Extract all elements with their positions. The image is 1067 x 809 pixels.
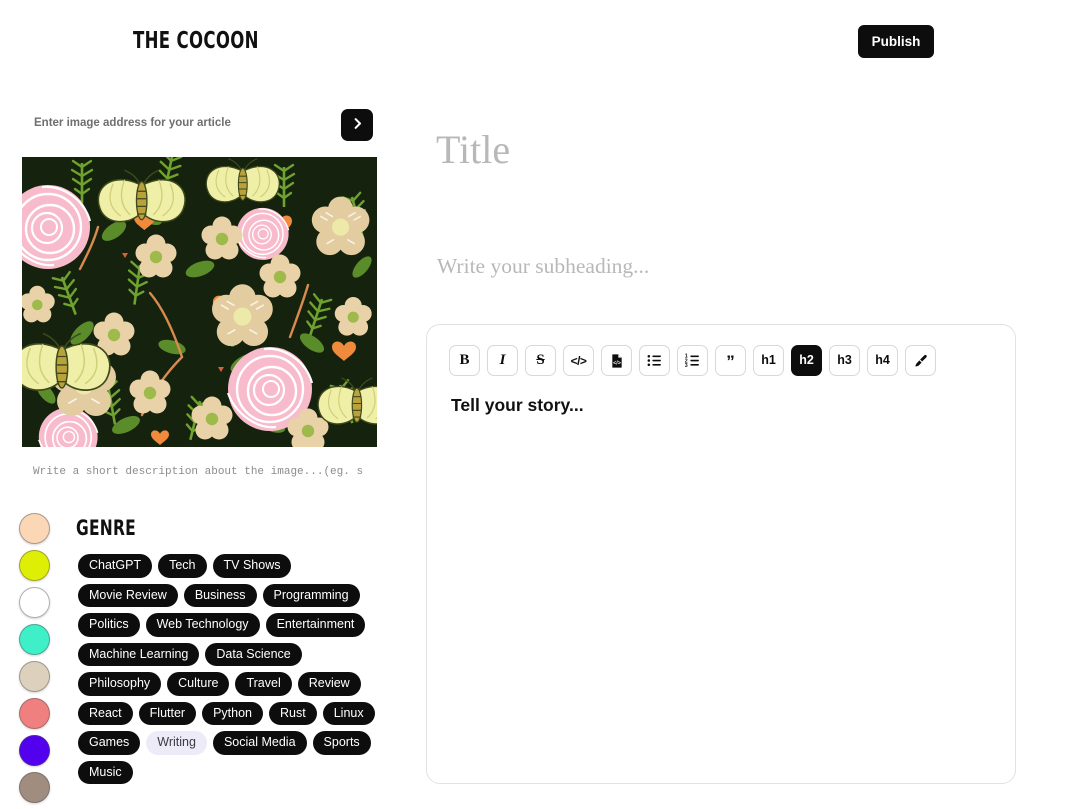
image-address-submit-button[interactable] (341, 109, 373, 141)
genre-tag[interactable]: React (78, 701, 133, 725)
publish-button[interactable]: Publish (858, 25, 934, 58)
bold-button-label: B (459, 352, 470, 368)
genre-tag[interactable]: TV Shows (212, 554, 292, 578)
genre-tag[interactable]: Machine Learning (78, 642, 200, 666)
color-swatch-beige[interactable] (19, 661, 50, 692)
genre-tag[interactable]: Writing (146, 731, 207, 755)
color-swatch-salmon[interactable] (19, 698, 50, 729)
code-block-button[interactable]: </> (601, 345, 632, 376)
editor-toolbar: B I S </> </> 1 2 3 ” h1 h2 h3 h4 (449, 345, 936, 376)
genre-tag[interactable]: Entertainment (265, 613, 366, 637)
genre-tag[interactable]: Rust (269, 701, 317, 725)
article-title-input[interactable] (436, 126, 1036, 173)
genre-tag[interactable]: Social Media (212, 731, 307, 755)
svg-text:</>: </> (613, 360, 621, 366)
article-body-input[interactable] (451, 395, 991, 755)
blockquote-button-label: ” (726, 352, 735, 372)
bullet-list-icon (646, 352, 663, 369)
color-swatch-chartreuse[interactable] (19, 550, 50, 581)
site-logo: THE COCOON (133, 28, 259, 54)
bold-button[interactable]: B (449, 345, 480, 376)
heading-3-button[interactable]: h3 (829, 345, 860, 376)
genre-tag[interactable]: Linux (322, 701, 375, 725)
genre-tag-list: ChatGPT Tech TV Shows Movie Review Business P… (78, 554, 388, 784)
heading-2-button-label: h2 (799, 353, 814, 368)
genre-tag[interactable]: Movie Review (78, 583, 178, 607)
genre-tag[interactable]: Games (78, 731, 141, 755)
genre-heading: GENRE (76, 516, 137, 540)
strikethrough-button-label: S (536, 352, 545, 368)
genre-tag[interactable]: Web Technology (145, 613, 260, 637)
color-swatch-list (19, 513, 51, 809)
genre-tag[interactable]: Philosophy (78, 672, 162, 696)
genre-tag[interactable]: Politics (78, 613, 140, 637)
article-editor-panel: B I S </> </> 123 ” h1 h2 h3 h4 (400, 84, 1067, 800)
inline-code-button[interactable]: </> (563, 345, 594, 376)
highlight-button[interactable] (905, 345, 936, 376)
genre-tag[interactable]: Business (183, 583, 257, 607)
genre-tag[interactable]: Tech (158, 554, 207, 578)
genre-tag[interactable]: Python (202, 701, 264, 725)
color-swatch-white[interactable] (19, 587, 50, 618)
hero-image (22, 157, 377, 447)
heading-2-button[interactable]: h2 (791, 345, 822, 376)
article-media-panel: GENRE ChatGPTTechTV Shows Movie ReviewBus… (0, 84, 400, 803)
image-address-input[interactable] (34, 117, 334, 129)
genre-tag[interactable]: Music (78, 760, 133, 784)
chevron-right-icon (350, 116, 365, 134)
genre-tag[interactable]: Flutter (138, 701, 197, 725)
highlight-icon (913, 353, 929, 369)
genre-tag[interactable]: Travel (235, 672, 292, 696)
genre-tag[interactable]: Data Science (205, 642, 302, 666)
genre-tag[interactable]: Programming (262, 583, 360, 607)
inline-code-button-label: </> (570, 353, 587, 368)
color-swatch-peach[interactable] (19, 513, 50, 544)
blockquote-button[interactable]: ” (715, 345, 746, 376)
heading-1-button-label: h1 (761, 353, 776, 368)
genre-tag[interactable]: Sports (312, 731, 371, 755)
genre-tag[interactable]: Review (297, 672, 361, 696)
heading-3-button-label: h3 (837, 353, 852, 368)
heading-4-button-label: h4 (875, 353, 890, 368)
genre-tag[interactable]: Culture (167, 672, 230, 696)
image-address-row (22, 109, 377, 145)
italic-button[interactable]: I (487, 345, 518, 376)
strikethrough-button[interactable]: S (525, 345, 556, 376)
ordered-list-icon: 123 (684, 352, 701, 369)
heading-1-button[interactable]: h1 (753, 345, 784, 376)
heading-4-button[interactable]: h4 (867, 345, 898, 376)
svg-text:3: 3 (685, 363, 688, 369)
image-caption-input[interactable] (33, 466, 363, 478)
color-swatch-taupe[interactable] (19, 772, 50, 803)
article-subheading-input[interactable] (437, 254, 1037, 279)
code-block-icon: </> (609, 353, 625, 369)
rich-text-editor-card: B I S </> </> 1 2 3 ” h1 h2 h3 h4 (426, 324, 1016, 784)
genre-tag[interactable]: ChatGPT (78, 554, 153, 578)
italic-button-label: I (499, 352, 506, 368)
color-swatch-turquoise[interactable] (19, 624, 50, 655)
bullet-list-button[interactable] (639, 345, 670, 376)
color-swatch-blue-violet[interactable] (19, 735, 50, 766)
ordered-list-button[interactable]: 123 (677, 345, 708, 376)
app-header: THE COCOON Publish (0, 0, 1067, 84)
